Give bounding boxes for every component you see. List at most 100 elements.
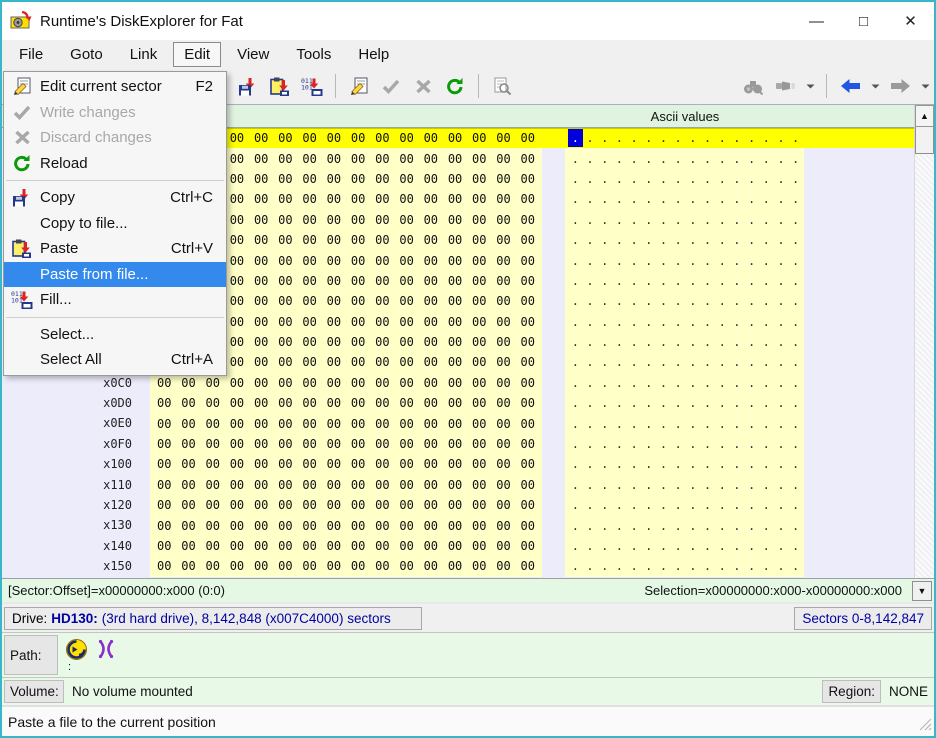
hex-bytes[interactable]: 00000000000000000000000000000000 [150, 536, 542, 556]
menubar-item-view[interactable]: View [226, 42, 280, 67]
row-offset-label: x0F0 [2, 437, 132, 451]
menubar-item-tools[interactable]: Tools [285, 42, 342, 67]
edit-sector-icon [4, 77, 40, 96]
menu-item-label: Fill... [40, 291, 213, 308]
hex-bytes[interactable]: 00000000000000000000000000000000 [150, 373, 542, 393]
scroll-up-icon[interactable]: ▲ [915, 105, 934, 127]
menu-item-edit-current-sector[interactable]: Edit current sectorF2 [4, 74, 226, 100]
menu-item-paste-from-file[interactable]: Paste from file... [4, 262, 226, 288]
dropdown-arrow-icon [806, 83, 815, 90]
hex-bytes[interactable]: 00000000000000000000000000000000 [150, 434, 542, 454]
close-button[interactable]: ✕ [887, 2, 934, 40]
menubar-item-link[interactable]: Link [119, 42, 169, 67]
drive-info-panel: Drive: HD130: (3rd hard drive), 8,142,84… [4, 607, 422, 630]
row-offset-label: x100 [2, 457, 132, 471]
ascii-values[interactable]: ................ [565, 189, 804, 209]
hex-bytes[interactable]: 00000000000000000000000000000000 [150, 495, 542, 515]
fill-disk-icon: 011101 [301, 77, 323, 96]
ascii-values[interactable]: ................ [565, 291, 804, 311]
menubar-item-edit[interactable]: Edit [173, 42, 221, 67]
ascii-values[interactable]: ................ [565, 475, 804, 495]
hex-row-x110: x11000000000000000000000000000000000....… [2, 475, 914, 495]
menu-item-label: Select All [40, 351, 171, 368]
ascii-values[interactable]: ................ [565, 352, 804, 372]
resize-grip-icon[interactable] [919, 718, 932, 734]
hex-bytes[interactable]: 00000000000000000000000000000000 [150, 413, 542, 433]
hex-row-x130: x13000000000000000000000000000000000....… [2, 515, 914, 535]
drive-description: (3rd hard drive), 8,142,848 (x007C4000) … [102, 611, 391, 626]
menu-item-label: Select... [40, 326, 213, 343]
menu-bar: FileGotoLinkEditViewToolsHelp [2, 40, 934, 68]
ascii-values[interactable]: ................ [565, 250, 804, 270]
ascii-values[interactable]: ................ [565, 271, 804, 291]
menubar-item-file[interactable]: File [8, 42, 54, 67]
ascii-values[interactable]: ................ [565, 332, 804, 352]
toolbar-separator [478, 74, 479, 98]
ascii-values[interactable]: ................ [565, 434, 804, 454]
ascii-values[interactable]: ................ [565, 230, 804, 250]
ascii-values[interactable]: ................ [565, 169, 804, 189]
path-label: Path: [4, 635, 58, 675]
hex-row-x0F0: x0F0 00000000000000000000000000000000....… [2, 434, 914, 454]
ascii-values[interactable]: ................ [565, 536, 804, 556]
ascii-values[interactable]: ................ [565, 454, 804, 474]
disk-spiral-icon[interactable] [64, 637, 88, 661]
edit-sector-button[interactable] [343, 72, 375, 100]
fill-disk-button[interactable]: 011101 [296, 72, 328, 100]
paste-clipboard-button[interactable] [264, 72, 296, 100]
menu-item-copy[interactable]: CopyCtrl+C [4, 185, 226, 211]
path-caption: : [68, 661, 71, 673]
hex-row-x0D0: x0D000000000000000000000000000000000....… [2, 393, 914, 413]
vertical-scrollbar[interactable]: ▲ [914, 105, 934, 578]
minimize-button[interactable]: — [793, 2, 840, 40]
reload-button[interactable] [439, 72, 471, 100]
hex-bytes[interactable]: 00000000000000000000000000000000 [150, 556, 542, 576]
hex-bytes[interactable]: 00000000000000000000000000000000 [150, 454, 542, 474]
link-nodes-icon[interactable] [94, 637, 118, 661]
title-bar: Runtime's DiskExplorer for Fat — □ ✕ [2, 2, 934, 40]
volume-label: Volume: [4, 680, 64, 703]
ascii-values[interactable]: ................ [565, 210, 804, 230]
ascii-values[interactable]: ................ [565, 495, 804, 515]
hex-bytes[interactable]: 00000000000000000000000000000000 [150, 515, 542, 535]
maximize-button[interactable]: □ [840, 2, 887, 40]
menu-item-select[interactable]: Select... [4, 322, 226, 348]
hex-bytes[interactable]: 00000000000000000000000000000000 [150, 475, 542, 495]
menu-item-copy-to-file[interactable]: Copy to file... [4, 211, 226, 237]
ascii-values[interactable]: ................ [565, 556, 804, 576]
preview-button [486, 72, 518, 100]
back-arrow-button[interactable] [834, 72, 866, 100]
ascii-values[interactable]: ................ [565, 515, 804, 535]
sector-offset-readout: [Sector:Offset]=x00000000:x000 (0:0) [8, 583, 644, 598]
paste-clipboard-icon [270, 77, 290, 96]
ascii-values[interactable]: ................ [565, 128, 804, 148]
menu-item-reload[interactable]: Reload [4, 151, 226, 177]
ascii-values[interactable]: ................ [565, 413, 804, 433]
row-offset-label: x140 [2, 539, 132, 553]
menubar-item-help[interactable]: Help [347, 42, 400, 67]
ascii-values[interactable]: ................ [565, 373, 804, 393]
ascii-values[interactable]: ................ [565, 393, 804, 413]
ascii-values[interactable]: ................ [565, 312, 804, 332]
hex-bytes[interactable]: 00000000000000000000000000000000 [150, 393, 542, 413]
selection-readout: Selection=x00000000:x000-x00000000:x000 [644, 583, 902, 598]
edit-cursor[interactable]: . [568, 129, 583, 147]
menu-item-fill[interactable]: 011101Fill... [4, 287, 226, 313]
status-bar: Paste a file to the current position [2, 705, 934, 736]
flashlight-button [769, 72, 801, 100]
reload-icon [4, 154, 40, 172]
scrollbar-thumb[interactable] [915, 127, 934, 154]
menu-item-label: Paste [40, 240, 171, 257]
copy-disk-button[interactable] [232, 72, 264, 100]
dropdown-arrow-button[interactable] [866, 72, 884, 100]
back-arrow-icon [840, 78, 861, 94]
menubar-item-goto[interactable]: Goto [59, 42, 114, 67]
menu-item-paste[interactable]: PasteCtrl+V [4, 236, 226, 262]
drive-label: Drive: [12, 611, 47, 626]
edit-menu-popup: Edit current sectorF2Write changesDiscar… [3, 71, 227, 376]
position-dropdown-button[interactable]: ▼ [912, 581, 932, 601]
menu-item-select-all[interactable]: Select AllCtrl+A [4, 347, 226, 373]
sectors-range: Sectors 0-8,142,847 [802, 611, 924, 626]
toolbar-separator [335, 74, 336, 98]
ascii-values[interactable]: ................ [565, 148, 804, 168]
